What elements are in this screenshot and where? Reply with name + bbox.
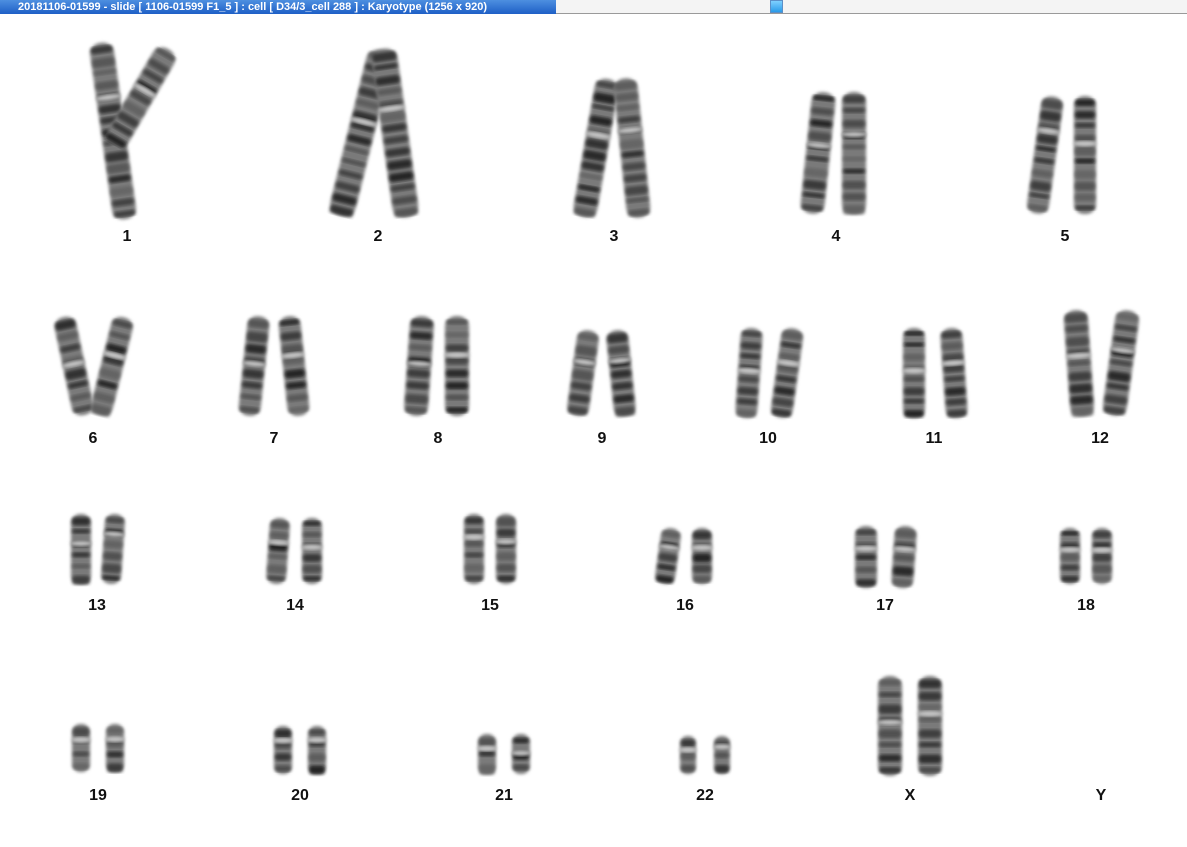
chromosome-label-10: 10 — [759, 430, 777, 447]
chromosome-label-Y: Y — [1096, 787, 1107, 804]
chromosome-19-1 — [71, 724, 91, 772]
chromosome-label-6: 6 — [89, 430, 98, 447]
chromosome-label-2: 2 — [374, 228, 383, 245]
chromosome-label-11: 11 — [926, 430, 943, 447]
chromosome-8-2 — [444, 316, 470, 416]
chromosome-label-3: 3 — [610, 228, 619, 245]
chromosome-18-1 — [1059, 528, 1081, 584]
chromosome-label-20: 20 — [291, 787, 309, 804]
chromosome-12-2 — [1103, 310, 1139, 416]
chromosome-2-2 — [371, 48, 419, 218]
chromosome-label-15: 15 — [481, 597, 499, 614]
chromosome-label-5: 5 — [1061, 228, 1070, 245]
chromosome-5-1 — [1027, 96, 1063, 214]
chromosome-4-1 — [800, 92, 836, 214]
chromosome-17-1 — [854, 526, 878, 588]
chromosome-14-1 — [266, 517, 290, 585]
chromosome-5-2 — [1073, 96, 1097, 214]
chromosome-3-2 — [613, 78, 651, 218]
chromosome-label-21: 21 — [495, 787, 513, 804]
chromosome-7-2 — [278, 316, 310, 416]
chromosome-label-16: 16 — [676, 597, 694, 614]
chromosome-X-1 — [877, 676, 903, 776]
chromosome-22-2 — [713, 736, 731, 774]
chromosome-10-2 — [771, 328, 803, 418]
chromosome-9-1 — [567, 330, 599, 416]
chromosome-label-7: 7 — [270, 430, 279, 447]
chromosome-14-2 — [301, 518, 323, 584]
chromosome-9-2 — [606, 330, 636, 417]
chromosome-11-2 — [940, 328, 968, 418]
chromosome-label-12: 12 — [1091, 430, 1109, 447]
chromosome-18-2 — [1091, 528, 1113, 584]
chromosome-label-22: 22 — [696, 787, 714, 804]
chromosome-X-2 — [917, 676, 943, 776]
chromosome-13-2 — [101, 513, 126, 585]
chromosome-label-14: 14 — [286, 597, 304, 614]
chromosome-13-1 — [70, 514, 92, 585]
chromosome-label-8: 8 — [434, 430, 443, 447]
chromosome-16-1 — [655, 528, 681, 584]
chromosome-label-4: 4 — [832, 228, 841, 245]
chromosome-17-2 — [891, 525, 917, 589]
chromosome-7-1 — [238, 316, 270, 416]
chromosome-3-1 — [573, 78, 619, 218]
chromosome-22-1 — [679, 736, 697, 774]
chromosome-12-1 — [1064, 310, 1094, 417]
chromosome-label-13: 13 — [88, 597, 106, 614]
chromosome-10-1 — [735, 328, 763, 418]
chromosome-label-1: 1 — [123, 228, 132, 245]
chromosome-label-19: 19 — [89, 787, 107, 804]
chromosome-20-1 — [273, 726, 293, 774]
chromosome-8-1 — [404, 316, 434, 416]
chromosome-15-1 — [463, 514, 485, 584]
chromosome-label-9: 9 — [598, 430, 607, 447]
chromosome-label-X: X — [905, 787, 916, 804]
chromosome-11-1 — [902, 328, 926, 418]
chromosome-20-2 — [307, 726, 327, 775]
chromosome-15-2 — [495, 514, 517, 584]
chromosome-4-2 — [841, 92, 867, 215]
chromosome-16-2 — [691, 528, 713, 584]
chromosome-6-2 — [90, 316, 133, 417]
chromosome-label-18: 18 — [1077, 597, 1095, 614]
chromosome-label-17: 17 — [876, 597, 894, 614]
chromosome-21-2 — [511, 734, 531, 774]
chromosome-21-1 — [477, 734, 497, 775]
chromosome-19-2 — [105, 724, 125, 773]
karyotype-canvas: 1 2 3 4 56 7 8 9 10 11 1213 14 15 16 17 1819 20 21 22 X Y — [54, 42, 1139, 804]
chromosome-6-1 — [54, 316, 94, 416]
